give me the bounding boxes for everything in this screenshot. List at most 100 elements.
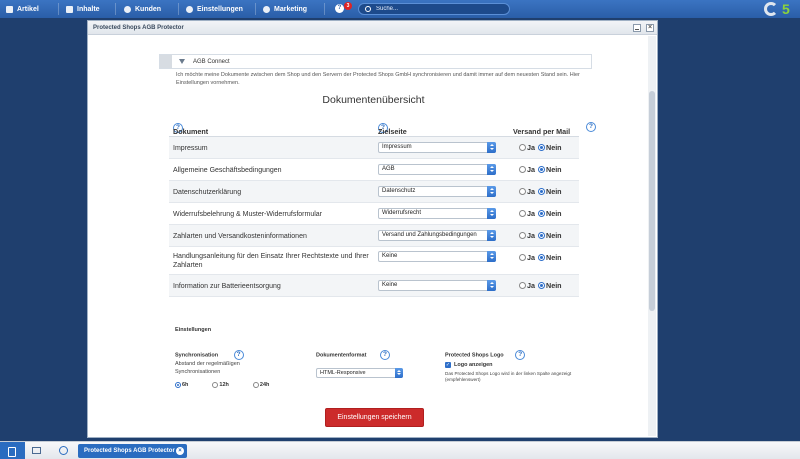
scrollbar-thumb[interactable]	[649, 91, 655, 311]
mail-radio-group: Ja Nein	[519, 281, 565, 290]
target-select[interactable]: Versand und Zahlungsbedingungen	[378, 230, 496, 241]
target-select[interactable]: Datenschutz	[378, 186, 496, 197]
windows-icon[interactable]	[32, 447, 41, 454]
logo-checkbox[interactable]: ✓	[445, 362, 451, 368]
settings-heading: Einstellungen	[175, 327, 212, 333]
mail-radio-group: Ja Nein	[519, 231, 565, 240]
nav-label: Kunden	[135, 5, 162, 13]
mail-radio-group: Ja Nein	[519, 165, 565, 174]
document-name: Impressum	[173, 145, 208, 152]
taskbar-task-agb-protector[interactable]: Protected Shops AGB Protector ×	[78, 444, 187, 458]
logo-heading: Protected Shops Logo ?	[445, 350, 526, 360]
mail-no-radio[interactable]	[538, 188, 545, 195]
close-task-icon[interactable]: ×	[176, 447, 184, 455]
table-row: Zahlarten und Versandkosteninformationen…	[169, 225, 579, 247]
target-select[interactable]: AGB	[378, 164, 496, 175]
nav-item-einstellungen[interactable]: Einstellungen	[186, 0, 243, 18]
customers-icon	[124, 5, 131, 13]
help-icon[interactable]: ?	[515, 350, 526, 360]
sync-24h-radio[interactable]	[252, 382, 259, 388]
table-row: Handlungsanleitung für den Einsatz Ihrer…	[169, 247, 579, 275]
column-header-target: Zielseite ?	[378, 123, 407, 136]
mail-no-radio[interactable]	[538, 254, 545, 261]
save-settings-button[interactable]: Einstellungen speichern	[325, 408, 424, 427]
mail-no-radio[interactable]	[538, 210, 545, 217]
taskbar: Protected Shops AGB Protector ×	[0, 441, 800, 459]
target-select[interactable]: Widerrufsrecht	[378, 208, 496, 219]
info-icon[interactable]	[59, 446, 68, 455]
column-header-document: Dokument ?	[173, 123, 209, 136]
agb-connect-toggle[interactable]	[160, 55, 172, 68]
nav-item-marketing[interactable]: Marketing	[263, 0, 307, 18]
plugin-window: Protected Shops AGB Protector × AGB Conn…	[87, 20, 658, 438]
mail-no-radio[interactable]	[538, 232, 545, 239]
agb-connect-panel[interactable]: AGB Connect	[159, 54, 592, 69]
close-button[interactable]: ×	[646, 24, 654, 32]
mail-yes-radio[interactable]	[519, 144, 526, 151]
nav-label: Einstellungen	[197, 5, 243, 13]
window-titlebar[interactable]: Protected Shops AGB Protector ×	[88, 21, 657, 35]
dropdown-arrow-icon	[487, 251, 496, 262]
sync-6h-radio[interactable]	[175, 382, 181, 388]
dropdown-arrow-icon	[487, 280, 496, 291]
document-name: Allgemeine Geschäftsbedingungen	[173, 167, 282, 174]
mail-radio-group: Ja Nein	[519, 187, 565, 196]
mail-no-radio[interactable]	[538, 144, 545, 151]
filter-icon	[179, 58, 185, 65]
minimize-button[interactable]	[633, 24, 641, 32]
nav-divider	[115, 3, 116, 15]
help-icon[interactable]: ?	[233, 350, 244, 360]
mail-yes-radio[interactable]	[519, 166, 526, 173]
table-row: Information zur Batterieentsorgung Keine…	[169, 275, 579, 297]
target-select[interactable]: Keine	[378, 251, 496, 262]
search-input[interactable]	[376, 6, 496, 12]
notification-badge[interactable]: 3	[344, 2, 352, 10]
window-title: Protected Shops AGB Protector	[93, 25, 184, 31]
target-select[interactable]: Impressum	[378, 142, 496, 153]
nav-item-artikel[interactable]: Artikel	[6, 0, 39, 18]
sync-description: Abstand der regelmäßigen Synchronisation…	[175, 361, 240, 375]
dropdown-arrow-icon	[487, 142, 496, 153]
mail-no-radio[interactable]	[538, 282, 545, 289]
dropdown-arrow-icon	[487, 208, 496, 219]
nav-divider	[178, 3, 179, 15]
nav-item-inhalte[interactable]: Inhalte	[66, 0, 100, 18]
nav-divider	[255, 3, 256, 15]
table-row: Widerrufsbelehrung & Muster-Widerrufsfor…	[169, 203, 579, 225]
help-icon[interactable]: ?	[379, 350, 390, 360]
mail-yes-radio[interactable]	[519, 254, 526, 261]
help-icon[interactable]: ?	[586, 122, 596, 132]
top-navigation-bar: Artikel Inhalte Kunden Einstellungen Mar…	[0, 0, 800, 18]
nav-label: Artikel	[17, 5, 39, 13]
sync-heading: Synchronisation ?	[175, 350, 244, 360]
dropdown-arrow-icon	[487, 230, 496, 241]
nav-item-kunden[interactable]: Kunden	[124, 0, 161, 18]
mail-yes-radio[interactable]	[519, 188, 526, 195]
mail-yes-radio[interactable]	[519, 210, 526, 217]
mail-yes-radio[interactable]	[519, 232, 526, 239]
content-icon	[66, 5, 73, 13]
articles-icon	[6, 5, 13, 13]
document-name: Widerrufsbelehrung & Muster-Widerrufsfor…	[173, 211, 322, 218]
mail-no-radio[interactable]	[538, 166, 545, 173]
dropdown-arrow-icon	[395, 368, 403, 378]
overview-title: Dokumentenübersicht	[322, 94, 425, 106]
sync-12h-radio[interactable]	[212, 382, 219, 388]
agb-connect-label: AGB Connect	[193, 58, 230, 65]
sync-radio-group: 6h 12h 24h	[175, 382, 293, 388]
search-icon	[365, 6, 371, 12]
table-row: Allgemeine Geschäftsbedingungen AGB Ja N…	[169, 159, 579, 181]
nav-divider	[324, 3, 325, 15]
mail-radio-group: Ja Nein	[519, 143, 565, 152]
mail-radio-group: Ja Nein	[519, 253, 565, 262]
mail-yes-radio[interactable]	[519, 282, 526, 289]
brand-logo-number: 5	[782, 1, 790, 17]
target-select[interactable]: Keine	[378, 280, 496, 291]
help-icon[interactable]: ?	[335, 4, 344, 13]
format-select[interactable]: HTML-Responsive	[316, 368, 403, 378]
start-menu-button[interactable]	[0, 442, 25, 459]
format-heading: Dokumentenformat ?	[316, 350, 390, 360]
search-box[interactable]	[358, 3, 510, 15]
document-name: Handlungsanleitung für den Einsatz Ihrer…	[173, 253, 369, 269]
logo-checkbox-row[interactable]: ✓ Logo anzeigen	[445, 362, 493, 368]
